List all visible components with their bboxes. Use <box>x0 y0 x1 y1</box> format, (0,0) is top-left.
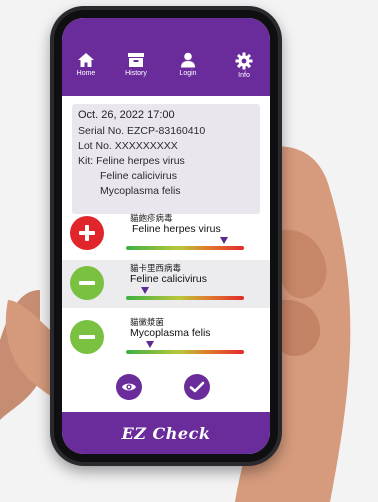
pathogen-name-en: Mycoplasma felis <box>130 327 211 339</box>
test-info-card: Oct. 26, 2022 17:00 Serial No. EZCP-8316… <box>72 104 260 214</box>
archive-icon <box>128 53 144 67</box>
confirm-button[interactable] <box>184 374 210 400</box>
result-level-marker <box>145 341 154 348</box>
negative-minus-icon <box>70 320 104 354</box>
home-icon <box>78 53 94 67</box>
result-scale <box>126 246 244 250</box>
lot-number: Lot No. XXXXXXXXX <box>78 140 178 152</box>
eye-icon <box>122 383 136 391</box>
nav-home-label: Home <box>76 70 96 77</box>
serial-number: Serial No. EZCP-83160410 <box>78 125 206 137</box>
nav-history-label: History <box>125 70 147 77</box>
kit-label: Kit: Feline herpes virus <box>78 155 185 167</box>
top-nav-bar: Home History Login Info <box>62 18 270 96</box>
test-date: Oct. 26, 2022 17:00 <box>78 109 175 121</box>
nav-info[interactable]: Info <box>224 52 264 79</box>
pathogen-name-en: Feline herpes virus <box>132 223 221 235</box>
check-icon <box>189 381 205 393</box>
nav-login-label: Login <box>179 70 197 77</box>
nav-history[interactable]: History <box>116 52 156 77</box>
kit-item-3: Mycoplasma felis <box>100 185 181 197</box>
pathogen-name-en: Feline calicivirus <box>130 273 208 285</box>
result-level-marker <box>219 237 228 244</box>
negative-minus-icon <box>70 266 104 300</box>
app-screen: Home History Login Info Oct. 26, 2022 17… <box>62 18 270 454</box>
kit-item-2: Feline calicivirus <box>100 170 178 182</box>
nav-home[interactable]: Home <box>66 52 106 77</box>
result-row-calicivirus: 貓卡里西病毒 Feline calicivirus <box>62 260 270 308</box>
nav-info-label: Info <box>238 72 250 79</box>
positive-plus-icon <box>70 216 104 250</box>
nav-login[interactable]: Login <box>168 52 208 77</box>
view-button[interactable] <box>116 374 142 400</box>
app-footer: EZ Check <box>62 412 270 454</box>
result-row-mycoplasma: 貓黴漿菌 Mycoplasma felis <box>62 314 270 362</box>
brand-logo: EZ Check <box>121 424 211 443</box>
gear-icon <box>235 52 253 70</box>
result-level-marker <box>140 287 149 294</box>
result-row-herpes: 貓皰疹病毒 Feline herpes virus <box>62 210 270 258</box>
result-scale <box>126 350 244 354</box>
user-icon <box>181 52 195 68</box>
result-scale <box>126 296 244 300</box>
